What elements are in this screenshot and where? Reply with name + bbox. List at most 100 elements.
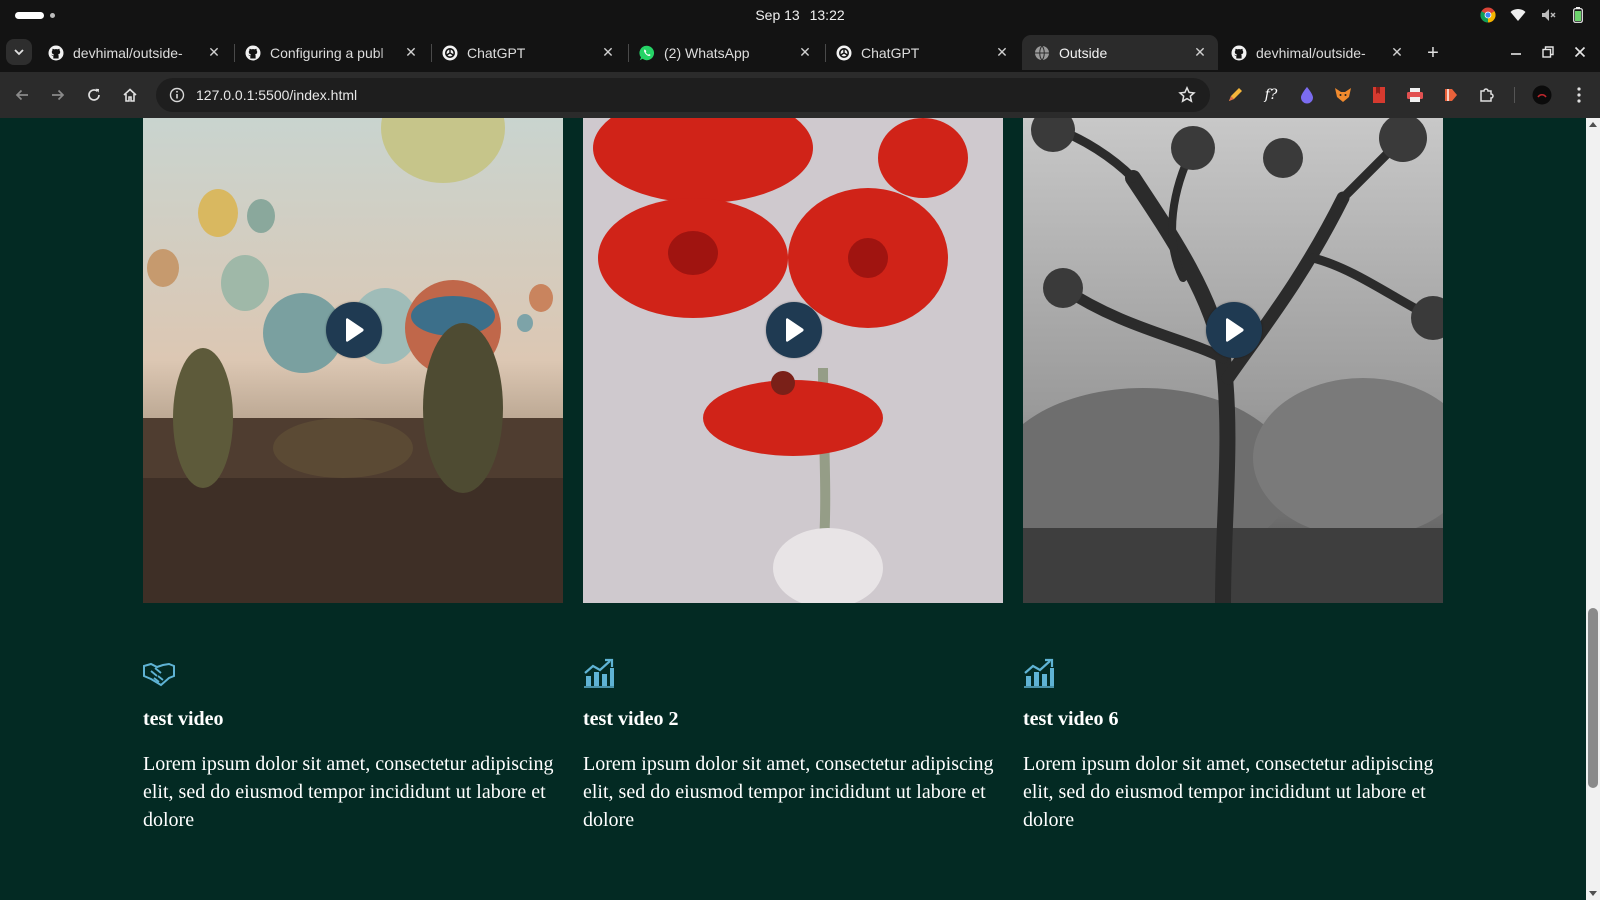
video-thumbnail[interactable]: [583, 118, 1003, 603]
card-title: test video 6: [1023, 708, 1119, 730]
whatsapp-icon: [639, 45, 655, 61]
arrow-left-icon: [15, 89, 28, 101]
new-tab-button[interactable]: +: [1422, 42, 1444, 64]
fox-icon[interactable]: [1333, 85, 1353, 105]
close-icon[interactable]: ✕: [206, 44, 222, 61]
tab-chatgpt[interactable]: ChatGPT ✕: [430, 35, 626, 70]
page-content: test video Lorem ipsum dolor sit amet, c…: [0, 118, 1586, 900]
os-clock[interactable]: Sep 13 13:22: [0, 7, 1600, 23]
play-button[interactable]: [326, 302, 382, 358]
handshake-icon: [143, 662, 175, 687]
tab-search-button[interactable]: [6, 39, 32, 65]
forward-button[interactable]: [46, 83, 70, 107]
card-description: Lorem ipsum dolor sit amet, consectetur …: [143, 753, 554, 831]
tab-whatsapp[interactable]: (2) WhatsApp ✕: [627, 35, 823, 70]
play-button[interactable]: [1206, 302, 1262, 358]
pen-icon[interactable]: [1225, 85, 1245, 105]
play-icon: [786, 318, 804, 342]
url-text: 127.0.0.1:5500/index.html: [196, 87, 358, 103]
close-icon[interactable]: ✕: [1192, 44, 1208, 61]
github-icon: [48, 45, 64, 61]
openai-icon: [836, 45, 852, 61]
browser-toolbar: 127.0.0.1:5500/index.html f?: [0, 72, 1600, 118]
page-scrollbar[interactable]: [1586, 118, 1600, 900]
share-icon[interactable]: [1441, 85, 1461, 105]
video-card: test video 2 Lorem ipsum dolor sit amet,…: [583, 118, 1003, 831]
restore-icon: [1542, 46, 1554, 58]
card-title: test video: [143, 708, 224, 730]
chart-growth-icon: [584, 658, 614, 688]
tab-title: devhimal/outside-: [1256, 44, 1366, 61]
video-thumbnail[interactable]: [143, 118, 563, 603]
tab-title: (2) WhatsApp: [664, 44, 750, 61]
bookmark-icon[interactable]: [1369, 85, 1389, 105]
minimize-button[interactable]: [1506, 42, 1526, 62]
printer-icon[interactable]: [1405, 85, 1425, 105]
globe-icon: [1034, 45, 1050, 61]
os-top-bar: Sep 13 13:22: [0, 0, 1600, 30]
tab-configuring-public[interactable]: Configuring a publ ✕: [233, 35, 429, 70]
github-icon: [1231, 45, 1247, 61]
tab-title: Configuring a publ: [270, 44, 384, 61]
tab-devhimal-outside-2[interactable]: devhimal/outside- ✕: [1219, 35, 1415, 70]
play-icon: [1226, 318, 1244, 342]
scroll-down-arrow-icon[interactable]: [1589, 891, 1597, 896]
tab-title: devhimal/outside-: [73, 44, 183, 61]
video-thumbnail[interactable]: [1023, 118, 1443, 603]
github-icon: [245, 45, 261, 61]
close-icon[interactable]: ✕: [994, 44, 1010, 61]
close-icon: [1574, 46, 1586, 58]
chevron-down-icon: [14, 48, 24, 55]
minimize-icon: [1511, 53, 1521, 55]
tab-title: ChatGPT: [467, 44, 526, 61]
battery-icon[interactable]: [1570, 7, 1586, 23]
tab-outside[interactable]: Outside ✕: [1022, 35, 1218, 70]
restore-button[interactable]: [1538, 42, 1558, 62]
wifi-icon[interactable]: [1510, 7, 1526, 23]
reload-icon: [88, 88, 100, 101]
reload-button[interactable]: [82, 83, 106, 107]
joshua-trees-image: [1023, 118, 1443, 603]
close-icon[interactable]: ✕: [403, 44, 419, 61]
chrome-icon[interactable]: [1480, 7, 1496, 23]
arrow-right-icon: [52, 89, 65, 101]
hot-air-balloons-image: [143, 118, 563, 603]
kebab-menu-icon[interactable]: [1569, 85, 1589, 105]
close-icon[interactable]: ✕: [1389, 44, 1405, 61]
back-button[interactable]: [10, 83, 34, 107]
scrollbar-thumb[interactable]: [1588, 608, 1598, 788]
scroll-up-arrow-icon[interactable]: [1589, 122, 1597, 127]
play-button[interactable]: [766, 302, 822, 358]
video-card: test video Lorem ipsum dolor sit amet, c…: [143, 118, 563, 831]
site-info-icon[interactable]: [160, 87, 194, 103]
play-icon: [346, 318, 364, 342]
card-description: Lorem ipsum dolor sit amet, consectetur …: [583, 753, 994, 831]
bookmark-star-icon[interactable]: [1178, 86, 1196, 104]
chart-growth-icon: [1024, 658, 1054, 688]
tab-devhimal-outside[interactable]: devhimal/outside- ✕: [36, 35, 232, 70]
formula-icon[interactable]: f?: [1261, 85, 1281, 105]
puzzle-icon[interactable]: [1477, 85, 1497, 105]
os-date: Sep 13: [755, 7, 800, 23]
os-time: 13:22: [809, 7, 845, 23]
profile-avatar[interactable]: [1532, 85, 1552, 105]
drop-icon[interactable]: [1297, 85, 1317, 105]
tab-chatgpt-2[interactable]: ChatGPT ✕: [824, 35, 1020, 70]
openai-icon: [442, 45, 458, 61]
card-description: Lorem ipsum dolor sit amet, consectetur …: [1023, 753, 1434, 831]
close-window-button[interactable]: [1570, 42, 1590, 62]
address-bar[interactable]: 127.0.0.1:5500/index.html: [156, 78, 1210, 112]
card-title: test video 2: [583, 708, 679, 730]
red-flowers-image: [583, 118, 1003, 603]
video-card: test video 6 Lorem ipsum dolor sit amet,…: [1023, 118, 1443, 831]
toolbar-divider: [1514, 87, 1515, 103]
tab-title: ChatGPT: [861, 44, 920, 61]
close-icon[interactable]: ✕: [600, 44, 616, 61]
volume-muted-icon[interactable]: [1540, 7, 1556, 23]
tab-strip: devhimal/outside- ✕ Configuring a publ ✕…: [0, 30, 1600, 72]
home-button[interactable]: [118, 83, 142, 107]
system-tray[interactable]: [1480, 6, 1586, 24]
close-icon[interactable]: ✕: [797, 44, 813, 61]
tab-title: Outside: [1059, 44, 1108, 61]
home-icon: [123, 88, 137, 102]
